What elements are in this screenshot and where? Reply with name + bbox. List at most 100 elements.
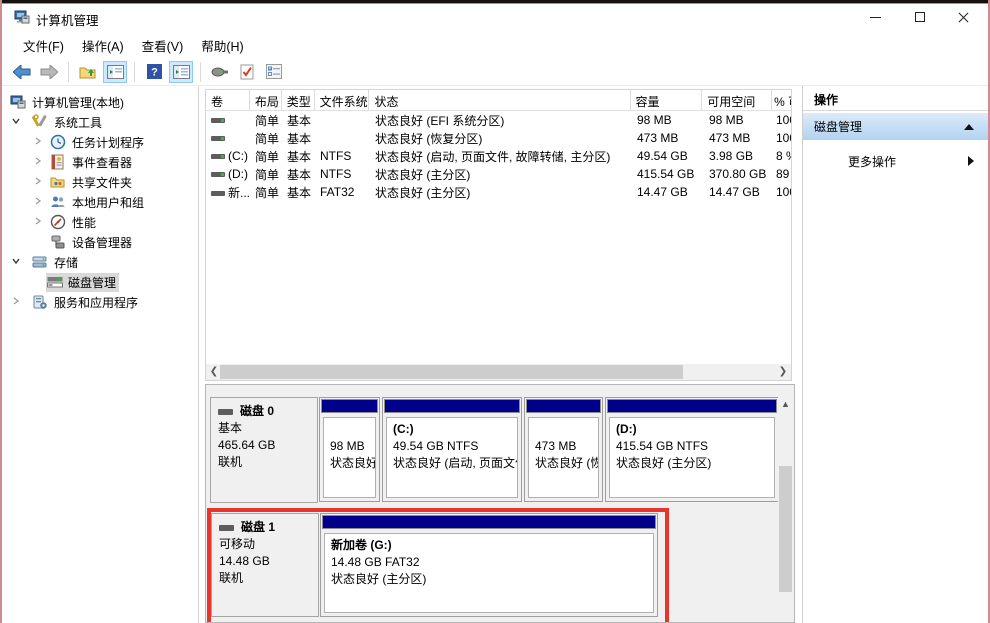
probe-button[interactable] (208, 61, 232, 83)
volume-row[interactable]: 简单 基本 状态良好 (EFI 系统分区) 98 MB 98 MB 100 (206, 111, 791, 129)
tree-item-storage[interactable]: 存储 (2, 252, 198, 272)
partition-color-bar (321, 399, 378, 413)
disk0-partition-efi[interactable]: 98 MB 状态良好 (319, 397, 380, 502)
horizontal-scrollbar[interactable]: ❮ ❯ (206, 364, 791, 380)
tree-item-computer-management[interactable]: 计算机管理(本地) (2, 92, 198, 112)
performance-icon (50, 214, 66, 230)
scrollbar-thumb[interactable] (779, 466, 792, 592)
action-pane-icon (173, 65, 190, 79)
more-actions-label: 更多操作 (848, 153, 896, 170)
volume-list: 卷 布局 类型 文件系统 状态 容量 可用空间 % 可用 简单 基本 状态良好 … (205, 89, 792, 381)
users-icon (50, 194, 66, 210)
disk-size: 465.64 GB (218, 437, 317, 454)
vertical-scrollbar[interactable]: ▲ (778, 396, 793, 622)
chevron-down-icon[interactable] (8, 115, 24, 129)
action-pane-button[interactable] (169, 61, 193, 83)
column-header-capacity[interactable]: 容量 (631, 90, 703, 110)
section-label: 磁盘管理 (814, 118, 862, 135)
volume-row[interactable]: (C:) 简单 基本 NTFS 状态良好 (启动, 页面文件, 故障转储, 主分… (206, 147, 791, 165)
chevron-right-icon[interactable] (8, 295, 24, 309)
toolbar-separator (68, 62, 69, 82)
menu-help[interactable]: 帮助(H) (192, 32, 252, 59)
minimize-button[interactable] (852, 4, 898, 30)
back-icon (13, 65, 31, 79)
services-icon (32, 294, 48, 310)
chevron-right-icon[interactable] (30, 155, 46, 169)
tree-item-disk-management[interactable]: 磁盘管理 (2, 272, 198, 292)
tree-label: 性能 (72, 214, 96, 231)
tree-item-local-users-groups[interactable]: 本地用户和组 (2, 192, 198, 212)
computer-management-window: 计算机管理 文件(F) 操作(A) 查看(V) 帮助(H) ? (0, 0, 990, 623)
toolbar-separator (134, 62, 135, 82)
tree-item-device-manager[interactable]: 设备管理器 (2, 232, 198, 252)
volume-icon (211, 118, 225, 123)
column-header-free-space[interactable]: 可用空间 (702, 90, 772, 110)
console-tree: 计算机管理(本地) 系统工具 任务计划程序 事件查看器 共享文件夹 本地用户和组 (2, 86, 199, 623)
tree-item-performance[interactable]: 性能 (2, 212, 198, 232)
column-header-layout[interactable]: 布局 (250, 90, 282, 110)
column-header-percent-free[interactable]: % 可用 (772, 90, 791, 110)
tools-icon (32, 114, 48, 130)
task-scheduler-icon (50, 134, 66, 150)
disk-management-section-header[interactable]: 磁盘管理 (803, 113, 988, 140)
help-icon: ? (147, 64, 162, 79)
column-header-filesystem[interactable]: 文件系统 (315, 90, 370, 110)
actions-pane: 操作 磁盘管理 更多操作 (802, 86, 988, 623)
tree-label: 计算机管理(本地) (32, 94, 124, 111)
chevron-down-icon[interactable] (8, 255, 24, 269)
scroll-up-arrow[interactable]: ▲ (778, 396, 793, 412)
red-highlight-box (207, 508, 669, 623)
tree-label: 任务计划程序 (72, 134, 144, 151)
menu-action[interactable]: 操作(A) (73, 32, 133, 59)
column-header-type[interactable]: 类型 (282, 90, 315, 110)
column-header-volume[interactable]: 卷 (206, 90, 250, 110)
checklist-button[interactable] (262, 61, 286, 83)
disk0-partition-d[interactable]: (D:) 415.54 GB NTFS 状态良好 (主分区) (605, 397, 779, 502)
tree-item-task-scheduler[interactable]: 任务计划程序 (2, 132, 198, 152)
menu-file[interactable]: 文件(F) (14, 32, 73, 59)
maximize-button[interactable] (897, 4, 943, 30)
volume-row[interactable]: (D:) 简单 基本 NTFS 状态良好 (主分区) 415.54 GB 370… (206, 165, 791, 183)
chevron-right-icon[interactable] (30, 175, 46, 189)
toolbar: ? (2, 58, 988, 86)
check-document-button[interactable] (235, 61, 259, 83)
chevron-right-icon[interactable] (30, 195, 46, 209)
toolbar-separator (200, 62, 201, 82)
volume-list-header: 卷 布局 类型 文件系统 状态 容量 可用空间 % 可用 (206, 90, 791, 111)
storage-icon (32, 254, 48, 270)
scrollbar-thumb[interactable] (220, 365, 683, 379)
tree-item-shared-folders[interactable]: 共享文件夹 (2, 172, 198, 192)
tree-label: 服务和应用程序 (54, 294, 138, 311)
partition-color-bar (384, 399, 520, 413)
disk-name: 磁盘 0 (240, 404, 274, 418)
close-button[interactable] (940, 4, 986, 30)
tree-label: 磁盘管理 (68, 274, 116, 291)
column-header-status[interactable]: 状态 (369, 90, 630, 110)
scroll-right-arrow[interactable]: ❯ (775, 364, 791, 380)
disk0-partition-c[interactable]: (C:) 49.54 GB NTFS 状态良好 (启动, 页面文件, 故障转储,… (382, 397, 522, 502)
volume-row[interactable]: 简单 基本 状态良好 (恢复分区) 473 MB 473 MB 100 (206, 129, 791, 147)
more-actions-item[interactable]: 更多操作 (803, 148, 988, 174)
chevron-right-icon[interactable] (30, 135, 46, 149)
help-button[interactable]: ? (142, 61, 166, 83)
menu-view[interactable]: 查看(V) (133, 32, 193, 59)
tree-item-event-viewer[interactable]: 事件查看器 (2, 152, 198, 172)
chevron-right-icon[interactable] (30, 215, 46, 229)
forward-button[interactable] (37, 61, 61, 83)
console-tree-icon (107, 65, 124, 79)
collapse-icon[interactable] (964, 124, 974, 130)
tree-item-system-tools[interactable]: 系统工具 (2, 112, 198, 132)
device-manager-icon (50, 234, 66, 250)
tree-item-services-applications[interactable]: 服务和应用程序 (2, 292, 198, 312)
tree-label: 存储 (54, 254, 78, 271)
disk0-partition-recovery[interactable]: 473 MB 状态良好 (恢复分区) (524, 397, 603, 502)
app-icon (14, 9, 30, 28)
console-tree-button[interactable] (103, 61, 127, 83)
back-button[interactable] (10, 61, 34, 83)
up-folder-button[interactable] (76, 61, 100, 83)
volume-row[interactable]: 新... 简单 基本 FAT32 状态良好 (主分区) 14.47 GB 14.… (206, 183, 791, 201)
tree-label: 设备管理器 (72, 234, 132, 251)
svg-text:?: ? (151, 67, 158, 79)
disk0-label[interactable]: 磁盘 0 基本 465.64 GB 联机 (210, 397, 318, 503)
tree-label: 共享文件夹 (72, 174, 132, 191)
